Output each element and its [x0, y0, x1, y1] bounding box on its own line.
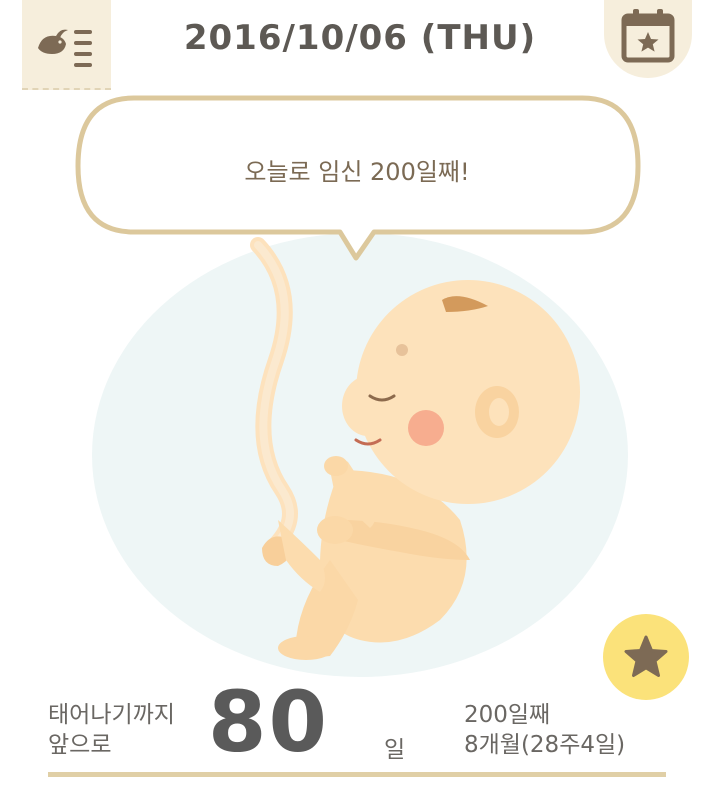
countdown-label-line2: 앞으로 [48, 732, 112, 758]
bubble-message: 오늘로 임신 200일째! [244, 158, 470, 186]
pregnancy-month-week: 8개월(28주4일) [464, 732, 626, 758]
days-unit: 일 [384, 737, 406, 763]
star-icon [624, 635, 668, 677]
favorite-button[interactable] [603, 614, 689, 700]
pregnancy-day-count: 200일째 [464, 702, 551, 728]
days-remaining: 80 [208, 673, 329, 771]
countdown-label-line1: 태어나기까지 [48, 702, 175, 728]
bottom-divider [48, 772, 666, 777]
